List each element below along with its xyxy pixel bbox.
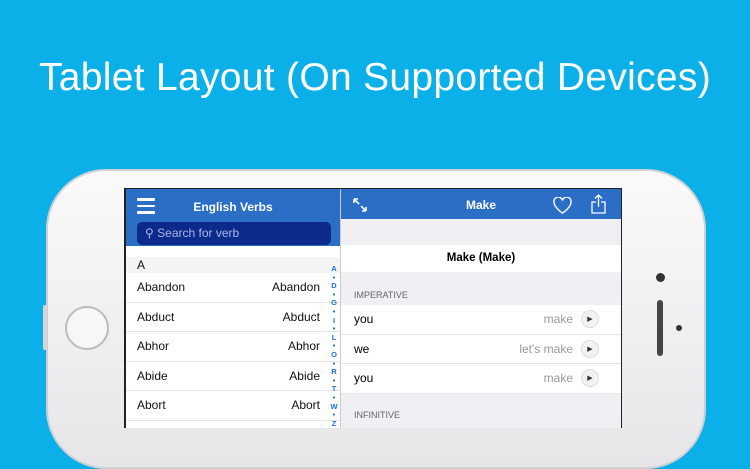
speaker	[657, 300, 663, 356]
heart-icon[interactable]	[553, 197, 572, 214]
conjugation: make	[543, 371, 573, 386]
detail-panel: Make Make (Make) IMPERATIVE you make ▶ we le…	[341, 189, 621, 428]
verb-row[interactable]: Abhor Abhor	[126, 332, 340, 362]
screen: English Verbs ⚲ Search for verb A Abando…	[124, 188, 622, 428]
share-icon[interactable]	[591, 194, 606, 214]
verb-row[interactable]: Abort Abort	[126, 391, 340, 421]
search-input[interactable]: ⚲ Search for verb	[137, 222, 331, 245]
camera	[656, 273, 665, 282]
index-letter[interactable]: Z	[329, 419, 339, 429]
search-icon: ⚲	[145, 226, 154, 240]
pronoun: you	[354, 371, 374, 386]
sensor	[676, 325, 682, 331]
verb-translation: Abide	[289, 368, 320, 383]
verb-name: Abide	[137, 368, 168, 383]
pronoun: you	[354, 312, 374, 327]
play-icon[interactable]: ▶	[581, 310, 599, 329]
side-button	[43, 305, 47, 350]
verb-name: Abandon	[137, 280, 186, 295]
verb-heading: Make (Make)	[341, 245, 621, 272]
list-header: English Verbs ⚲ Search for verb	[126, 189, 340, 246]
verb-name: Abort	[137, 398, 166, 413]
conjugation-row: you make ▶	[341, 305, 621, 335]
headline: Tablet Layout (On Supported Devices)	[39, 56, 711, 99]
detail-header: Make	[341, 189, 621, 219]
verb-row[interactable]: Abide Abide	[126, 362, 340, 391]
verb-row[interactable]: Abduct Abduct	[126, 303, 340, 332]
conjugation: let's make	[519, 341, 573, 356]
verb-translation: Abort	[291, 398, 320, 413]
alphabet-index[interactable]: A • D • G • I • L • O • R • T • W • Z	[329, 264, 339, 429]
verb-translation: Abandon	[271, 280, 320, 295]
play-icon[interactable]: ▶	[581, 369, 599, 388]
conjugation: make	[543, 312, 573, 327]
verb-row[interactable]: Abandon Abandon	[126, 273, 340, 303]
verb-translation: Abhor	[287, 339, 320, 354]
search-placeholder: Search for verb	[157, 226, 240, 240]
section-imperative: IMPERATIVE	[354, 290, 408, 300]
play-icon[interactable]: ▶	[581, 339, 599, 358]
conjugation-row: we let's make ▶	[341, 334, 621, 364]
verb-name: Abduct	[137, 309, 175, 324]
detail-title: Make	[465, 198, 497, 212]
section-header: A	[126, 257, 340, 273]
verb-name: Abhor	[137, 339, 170, 354]
pronoun: we	[354, 341, 370, 356]
app-title: English Verbs	[193, 200, 273, 214]
conjugation-row: you make ▶	[341, 364, 621, 394]
home-button	[65, 306, 109, 350]
verb-list-panel: English Verbs ⚲ Search for verb A Abando…	[126, 189, 341, 428]
verb-translation: Abduct	[282, 309, 320, 324]
